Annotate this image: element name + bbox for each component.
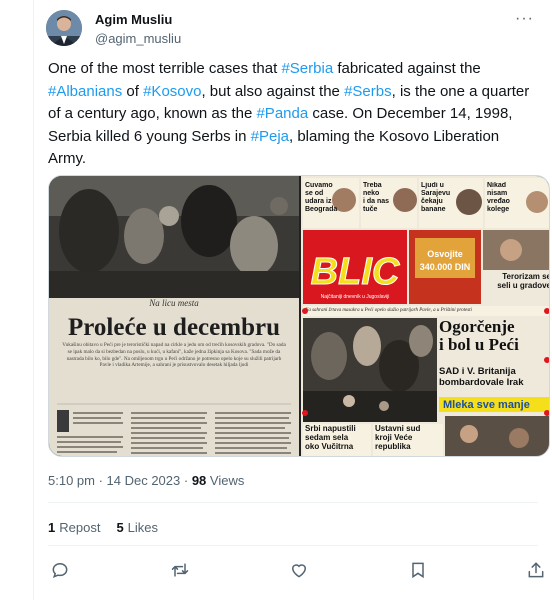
author-handle[interactable]: @agim_musliu bbox=[95, 31, 181, 46]
reposts-label: Repost bbox=[59, 520, 101, 535]
hashtag-link[interactable]: #Serbia bbox=[281, 60, 333, 77]
reply-icon[interactable] bbox=[50, 560, 74, 584]
left-kicker: Na licu mesta bbox=[148, 298, 199, 308]
tweet-timestamp[interactable]: 5:10 pm · 14 Dec 2023 · bbox=[48, 473, 192, 488]
share-icon[interactable] bbox=[526, 560, 550, 584]
bookmark-icon[interactable] bbox=[408, 560, 432, 584]
more-icon[interactable]: ··· bbox=[515, 10, 534, 28]
reposts-stat[interactable]: 1 Repost bbox=[48, 520, 100, 535]
likes-count: 5 bbox=[116, 520, 124, 535]
sub-headline: SAD i V. Britanija bombardovale Irak bbox=[439, 366, 524, 388]
side-headline: Terorizam se seli u gradove bbox=[497, 272, 550, 290]
tweet-meta: 5:10 pm · 14 Dec 2023 · 98 Views bbox=[48, 473, 244, 488]
main-headline: Ogorčenje i bol u Peći bbox=[439, 318, 519, 354]
action-bar bbox=[48, 560, 544, 584]
masthead-sub: Najčitaniji dnevnik u Jugoslaviji bbox=[321, 294, 390, 300]
divider bbox=[48, 502, 538, 503]
bottom-item-1: Srbi napustili sedam sela oko Vučitrna bbox=[305, 424, 356, 451]
repost-icon[interactable] bbox=[170, 560, 194, 584]
bottom-item-2: Ustavni sud kroji Veće republika bbox=[375, 424, 421, 451]
reposts-count: 1 bbox=[48, 520, 56, 535]
views-count: 98 bbox=[191, 473, 207, 488]
left-headline: Proleće u decembru bbox=[68, 314, 280, 341]
hashtag-link[interactable]: #Peja bbox=[251, 128, 289, 145]
news-strip: Na sahrani žrtava masakra u Peći opelo s… bbox=[305, 308, 472, 313]
likes-label: Likes bbox=[127, 520, 159, 535]
hashtag-link[interactable]: #Panda bbox=[256, 105, 308, 122]
tweet-text-segment: of bbox=[122, 82, 144, 100]
hashtag-link[interactable]: #Kosovo bbox=[143, 83, 201, 100]
teaser-1: Čuvamo se od udara iz Beograda bbox=[305, 182, 338, 213]
avatar[interactable] bbox=[46, 10, 82, 46]
tweet-text-segment: fabricated against the bbox=[333, 60, 481, 77]
views-label: Views bbox=[206, 473, 245, 488]
left-lead: Vukašinu obitavo u Peći pre je teroristi… bbox=[62, 342, 286, 369]
tweet-text-segment: , but also against the bbox=[201, 82, 345, 100]
author-name[interactable]: Agim Musliu bbox=[95, 12, 172, 27]
tweet-media[interactable]: Na licu mesta Proleće u decembru Vukašin… bbox=[48, 175, 550, 457]
masthead: BLIC bbox=[311, 251, 400, 293]
teaser-4: Nikad nisam vređao kolege bbox=[487, 182, 510, 213]
tweet-text-segment: One of the most terrible cases that bbox=[48, 60, 282, 77]
teaser-2: Treba neko i da nas tuče bbox=[363, 182, 390, 213]
hashtag-link[interactable]: #Serbs bbox=[344, 83, 392, 100]
yellow-headline: Mleka sve manje bbox=[443, 399, 530, 411]
divider bbox=[48, 545, 538, 546]
teaser-3: Ljudi u Sarajevu čekaju banane bbox=[421, 182, 451, 213]
heart-icon[interactable] bbox=[289, 560, 313, 584]
hashtag-link[interactable]: #Albanians bbox=[48, 83, 122, 100]
tweet-stats: 1 Repost 5 Likes bbox=[48, 520, 174, 535]
promo: Osvojite 340.000 DIN bbox=[419, 249, 471, 272]
tweet-text: One of the most terrible cases that #Ser… bbox=[48, 58, 538, 171]
likes-stat[interactable]: 5 Likes bbox=[116, 520, 158, 535]
